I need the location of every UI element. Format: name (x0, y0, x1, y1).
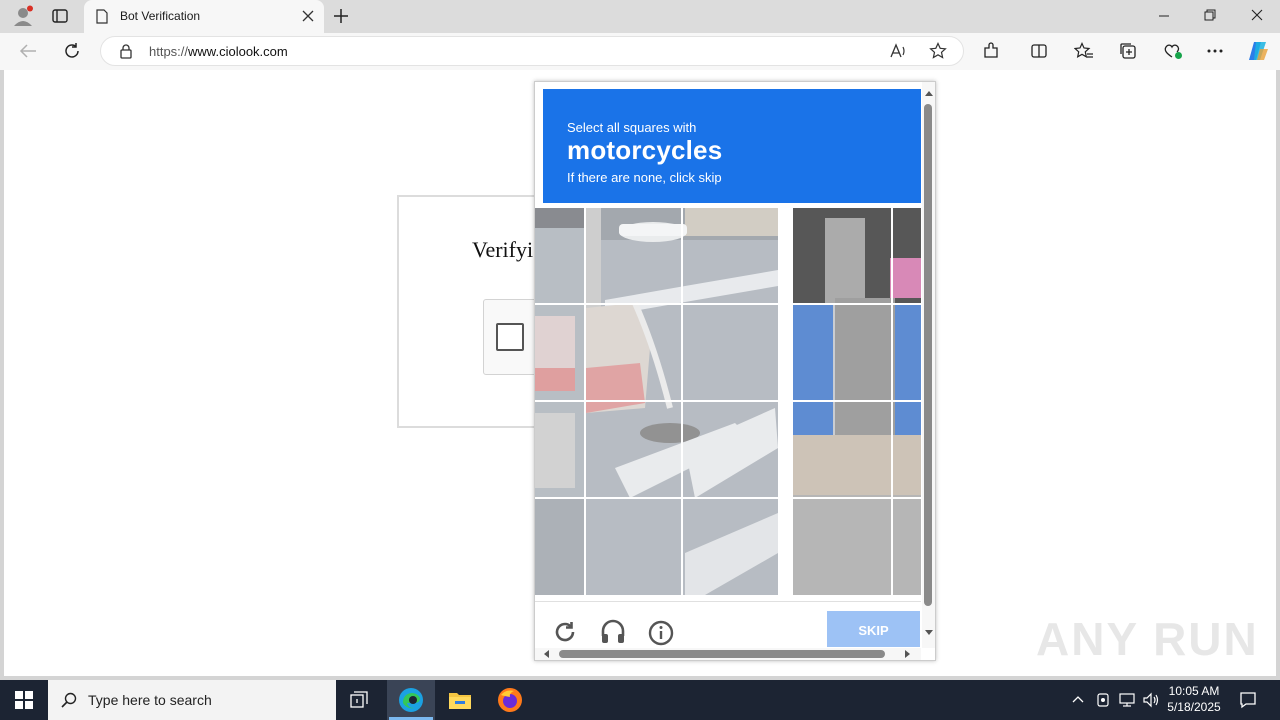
favorite-star-icon[interactable] (929, 42, 947, 60)
grid-tile[interactable] (586, 402, 681, 497)
tab-bot-verification[interactable]: Bot Verification (84, 0, 324, 33)
audio-challenge-icon[interactable] (600, 619, 626, 645)
reload-challenge-icon[interactable] (553, 620, 577, 644)
favorites-icon[interactable] (1074, 42, 1094, 60)
volume-icon[interactable] (1142, 692, 1160, 708)
file-explorer-icon[interactable] (448, 689, 472, 711)
info-icon[interactable] (648, 620, 674, 646)
url-host: www.ciolook.com (188, 44, 288, 59)
firefox-icon[interactable] (497, 687, 523, 713)
address-bar[interactable]: https://www.ciolook.com (100, 36, 964, 66)
profile-icon[interactable] (12, 5, 34, 27)
scroll-down-arrow-icon[interactable] (924, 629, 934, 637)
lock-icon[interactable] (119, 43, 133, 59)
new-tab-icon[interactable] (333, 8, 349, 24)
notification-icon[interactable] (1239, 691, 1257, 709)
page-icon (96, 9, 108, 24)
windows-start-icon[interactable] (15, 691, 33, 709)
split-screen-icon[interactable] (1030, 42, 1048, 60)
search-icon (61, 692, 77, 708)
task-view-icon[interactable] (350, 691, 370, 709)
chevron-up-icon[interactable] (1072, 694, 1084, 704)
refresh-icon[interactable] (63, 42, 81, 60)
challenge-prompt-line3: If there are none, click skip (567, 170, 722, 185)
url-scheme: https:// (149, 44, 189, 59)
grid-tile[interactable] (683, 402, 778, 497)
challenge-prompt-object: motorcycles (567, 135, 723, 165)
back-icon[interactable] (19, 43, 37, 59)
taskbar-search-placeholder: Type here to search (88, 692, 212, 708)
challenge-image-grid (535, 208, 921, 595)
copilot-icon[interactable] (1246, 40, 1270, 62)
tab-actions-icon[interactable] (52, 8, 68, 24)
taskbar-clock[interactable]: 10:05 AM 5/18/2025 (1162, 683, 1226, 715)
tab-close-icon[interactable] (302, 10, 314, 22)
scroll-right-arrow-icon[interactable] (904, 649, 912, 659)
more-icon[interactable] (1207, 49, 1223, 53)
verification-heading: Verifyi (472, 237, 534, 262)
vertical-scrollbar-thumb[interactable] (924, 104, 932, 606)
read-aloud-icon[interactable] (889, 43, 907, 59)
url-text[interactable]: https://www.ciolook.com (149, 44, 288, 59)
grid-tile[interactable] (793, 402, 891, 497)
grid-tile[interactable] (683, 208, 778, 303)
captcha-checkbox[interactable] (496, 323, 524, 351)
watermark: ANY RUN (1036, 613, 1259, 665)
scroll-up-arrow-icon[interactable] (924, 89, 934, 97)
captcha-challenge-popup: Select all squares with motorcycles If t… (534, 81, 936, 661)
scroll-left-arrow-icon[interactable] (542, 649, 550, 659)
taskbar-search-box[interactable]: Type here to search (48, 680, 336, 720)
minimize-icon[interactable] (1158, 10, 1170, 22)
clock-date: 5/18/2025 (1167, 700, 1221, 714)
window-close-icon[interactable] (1251, 9, 1263, 21)
grid-tile[interactable] (683, 499, 778, 595)
grid-tile[interactable] (586, 208, 681, 303)
edge-icon[interactable] (398, 687, 424, 713)
grid-tile[interactable] (793, 305, 891, 400)
restore-icon[interactable] (1204, 9, 1216, 21)
grid-tile[interactable] (586, 499, 681, 595)
tab-title: Bot Verification (120, 9, 201, 23)
meeting-icon[interactable] (1096, 692, 1110, 708)
collections-icon[interactable] (1119, 42, 1137, 60)
grid-tile[interactable] (793, 499, 891, 595)
browser-essentials-icon[interactable] (1163, 42, 1183, 60)
grid-tile[interactable] (683, 305, 778, 400)
grid-tile[interactable] (586, 305, 681, 400)
grid-tile[interactable] (793, 208, 891, 303)
challenge-header: Select all squares with motorcycles If t… (543, 89, 921, 203)
horizontal-scrollbar-thumb[interactable] (559, 650, 885, 658)
skip-button[interactable]: SKIP (827, 611, 920, 647)
clock-time: 10:05 AM (1168, 684, 1220, 698)
extensions-icon[interactable] (982, 42, 1000, 60)
challenge-footer-divider (535, 601, 921, 602)
challenge-prompt-line1: Select all squares with (567, 120, 697, 135)
network-icon[interactable] (1118, 692, 1136, 708)
